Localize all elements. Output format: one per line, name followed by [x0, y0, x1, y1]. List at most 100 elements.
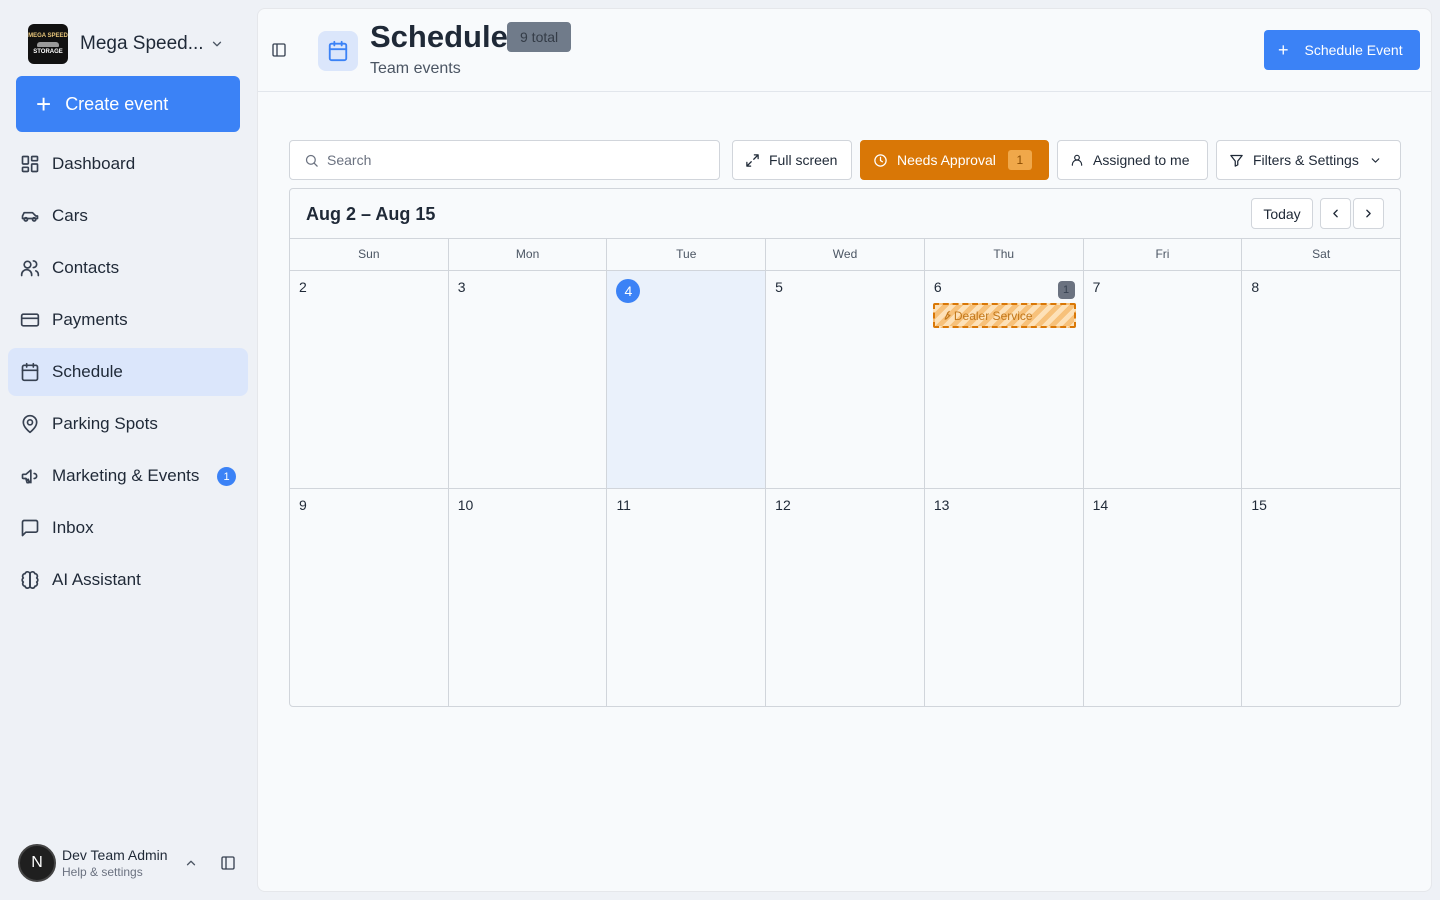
calendar-day[interactable]: 15: [1242, 489, 1400, 706]
full-screen-button[interactable]: Full screen: [732, 140, 852, 180]
chevron-left-icon: [1333, 209, 1338, 218]
day-number: 5: [775, 279, 783, 295]
create-event-button[interactable]: + Create event: [16, 76, 240, 132]
plus-icon: +: [36, 89, 52, 119]
date-range: Aug 2 – Aug 15: [306, 204, 436, 224]
filters-settings-button[interactable]: Filters & Settings: [1216, 140, 1401, 180]
next-button[interactable]: [1353, 198, 1384, 229]
workspace-switcher[interactable]: MEGA SPEED STORAGE Mega Speed...: [28, 24, 248, 64]
weekday-label: Mon: [449, 239, 608, 270]
sidebar-item-label: Dashboard: [52, 154, 136, 173]
calendar-day-today[interactable]: 4: [607, 271, 767, 488]
users-icon: [20, 260, 40, 277]
user-name: Dev Team Admin: [62, 847, 168, 863]
calendar-header: Aug 2 – Aug 15 Today: [290, 189, 1400, 238]
calendar-day[interactable]: 5: [766, 271, 925, 488]
sidebar-item-cars[interactable]: Cars: [8, 192, 248, 240]
page-icon: [318, 31, 358, 71]
calendar-day[interactable]: 10: [449, 489, 608, 706]
sidebar-toggle-icon[interactable]: [220, 855, 236, 871]
day-number: 14: [1092, 497, 1109, 513]
calendar-icon: [328, 40, 348, 62]
weekday-header: Sun Mon Tue Wed Thu Fri Sat: [290, 238, 1400, 271]
calendar-day[interactable]: 12: [766, 489, 925, 706]
chevron-up-icon: [186, 860, 196, 866]
user-icon: [1071, 154, 1083, 166]
sidebar-item-ai-assistant[interactable]: AI Assistant: [8, 556, 248, 604]
assigned-to-me-label: Assigned to me: [1093, 152, 1190, 168]
filter-icon: [1230, 154, 1243, 167]
today-button[interactable]: Today: [1251, 198, 1313, 229]
schedule-event-label: Schedule Event: [1304, 42, 1403, 58]
sidebar-toggle-icon[interactable]: [271, 42, 287, 58]
sidebar-item-label: Schedule: [52, 362, 123, 381]
sidebar-item-contacts[interactable]: Contacts: [8, 244, 248, 292]
calendar-day[interactable]: 6 1 Dealer Service: [925, 271, 1084, 488]
calendar-day[interactable]: 14: [1084, 489, 1243, 706]
brand-logo-line1: MEGA SPEED: [28, 32, 68, 39]
plus-icon: +: [1278, 40, 1289, 60]
megaphone-icon: [21, 469, 38, 484]
user-info: Dev Team Admin Help & settings: [62, 847, 168, 879]
calendar-day[interactable]: 9: [290, 489, 449, 706]
clock-icon: [874, 153, 887, 167]
calendar-day[interactable]: 2: [290, 271, 449, 488]
day-number: 11: [616, 497, 631, 513]
day-number: 8: [1251, 279, 1260, 295]
brand-logo-line2: STORAGE: [33, 48, 63, 55]
brain-icon: [21, 570, 39, 589]
calendar-day[interactable]: 7: [1084, 271, 1243, 488]
calendar-day[interactable]: 3: [449, 271, 608, 488]
sidebar-item-label: Payments: [52, 310, 128, 329]
weekday-label: Sat: [1312, 247, 1331, 261]
sidebar-item-payments[interactable]: Payments: [8, 296, 248, 344]
previous-button[interactable]: [1320, 198, 1351, 229]
calendar-day[interactable]: 11: [607, 489, 767, 706]
brand-logo: MEGA SPEED STORAGE: [28, 24, 68, 64]
brand-logo-car: [37, 41, 59, 47]
assigned-to-me-button[interactable]: Assigned to me: [1057, 140, 1208, 180]
sidebar-item-marketing-events[interactable]: Marketing & Events 1: [8, 452, 248, 500]
needs-approval-label: Needs Approval: [897, 152, 996, 168]
sidebar-item-label: Marketing & Events: [52, 466, 200, 485]
needs-approval-button[interactable]: Needs Approval 1: [860, 140, 1049, 180]
sidebar-item-inbox[interactable]: Inbox: [8, 504, 248, 552]
notification-badge: 1: [217, 467, 236, 486]
search-box[interactable]: [289, 140, 720, 180]
calendar-day[interactable]: 13: [925, 489, 1084, 706]
credit-card-icon: [20, 313, 40, 327]
calendar: Aug 2 – Aug 15 Today Sun Mon Tue Wed Thu…: [289, 188, 1401, 707]
calendar-week: 2 3 4 5 6 1 Dealer Service 7 8: [290, 271, 1400, 489]
sidebar-item-parking-spots[interactable]: Parking Spots: [8, 400, 248, 448]
calendar-day[interactable]: 8: [1242, 271, 1400, 488]
page-header: Schedule 9 total Team events + Schedule …: [258, 9, 1431, 92]
calendar-event[interactable]: Dealer Service: [932, 303, 1076, 328]
day-number: 10: [457, 497, 474, 513]
sidebar-item-dashboard[interactable]: Dashboard: [8, 140, 248, 188]
search-input[interactable]: [327, 152, 707, 168]
user-subtitle: Help & settings: [62, 865, 143, 879]
day-event-count: 1: [1057, 281, 1075, 299]
calendar-icon: [21, 362, 39, 382]
sidebar-item-schedule[interactable]: Schedule: [8, 348, 248, 396]
avatar: N: [18, 844, 56, 882]
day-number: 4: [616, 279, 641, 303]
day-number: 6: [933, 279, 942, 295]
car-icon: [21, 211, 39, 222]
sidebar-item-label: Cars: [52, 206, 88, 225]
day-number: 2: [299, 279, 307, 295]
sidebar-item-label: Inbox: [52, 518, 94, 537]
expand-icon: [746, 153, 759, 167]
event-title: Dealer Service: [953, 308, 1033, 323]
user-menu[interactable]: N Dev Team Admin Help & settings: [18, 842, 248, 884]
weekday-label: Thu: [925, 239, 1084, 270]
schedule-event-button[interactable]: + Schedule Event: [1264, 30, 1420, 70]
message-icon: [21, 519, 39, 537]
total-count-badge: 9 total: [507, 22, 572, 52]
chevron-down-icon: [1371, 157, 1380, 163]
page-title: Schedule: [370, 19, 508, 54]
day-number: 7: [1092, 279, 1101, 295]
wrench-icon: [944, 310, 951, 320]
chevron-down-icon: [212, 41, 222, 47]
page-subtitle: Team events: [370, 60, 461, 77]
